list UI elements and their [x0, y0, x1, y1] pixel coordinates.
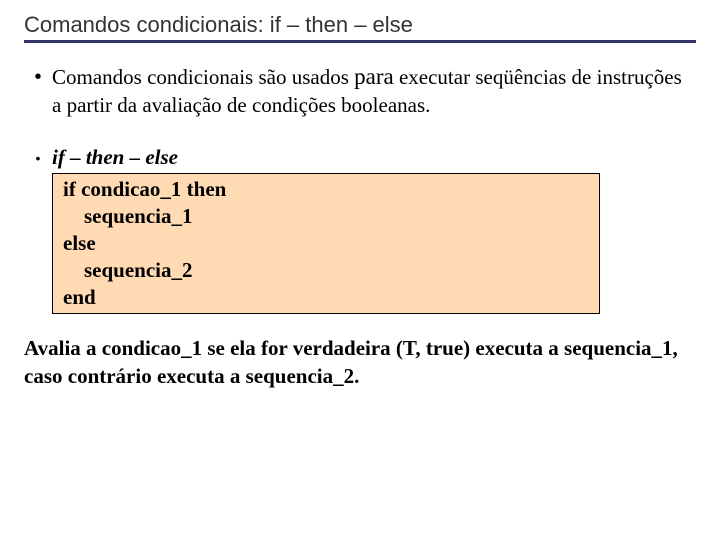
bullet-marker: •: [24, 63, 52, 91]
bullet-item-2: • if – then – else if condicao_1 then se…: [24, 143, 696, 314]
code-line-3: else: [63, 230, 591, 257]
code-line-2: sequencia_1: [63, 203, 591, 230]
bullet-1-emph: para: [354, 64, 394, 89]
title-underline: [24, 40, 696, 43]
code-line-4: sequencia_2: [63, 257, 591, 284]
code-box: if condicao_1 then sequencia_1 else sequ…: [52, 173, 600, 314]
code-line-1: if condicao_1 then: [63, 176, 591, 203]
bullet-1-text: Comandos condicionais são usados para ex…: [52, 63, 696, 119]
bullet-item-1: • Comandos condicionais são usados para …: [24, 63, 696, 119]
bullet-2-body: if – then – else if condicao_1 then sequ…: [52, 143, 696, 314]
slide: Comandos condicionais: if – then – else …: [0, 0, 720, 390]
bullet-1-pre: Comandos condicionais são usados: [52, 65, 354, 89]
bullet-marker-small: •: [24, 143, 52, 173]
code-line-5: end: [63, 284, 591, 311]
if-then-else-label: if – then – else: [52, 143, 696, 171]
slide-title: Comandos condicionais: if – then – else: [24, 12, 696, 38]
footer-paragraph: Avalia a condicao_1 se ela for verdadeir…: [24, 334, 696, 390]
